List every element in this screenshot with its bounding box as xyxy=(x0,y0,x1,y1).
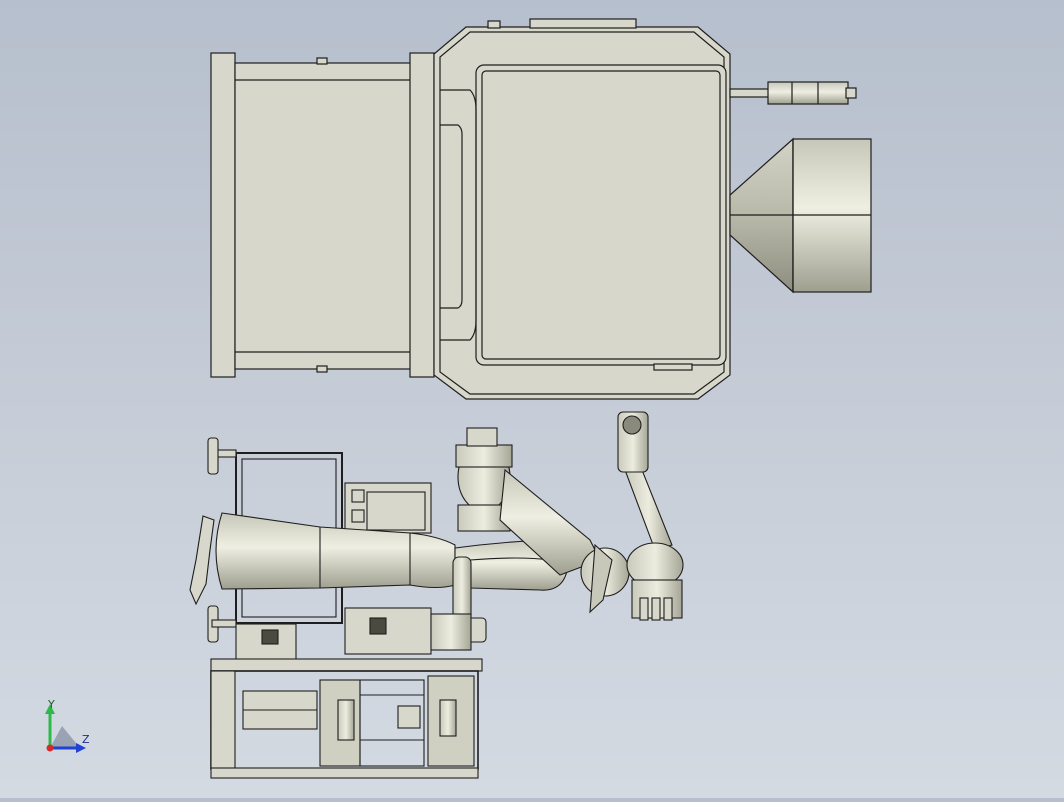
adjust-knob-top[interactable] xyxy=(207,437,219,475)
enclosure-assembly[interactable] xyxy=(210,18,872,400)
triad-plane-icon xyxy=(50,726,80,748)
top-bolt xyxy=(316,57,328,65)
coordinate-triad: Y Z xyxy=(40,698,100,760)
robot-arm-assembly[interactable] xyxy=(189,411,684,779)
y-axis-label: Y xyxy=(48,698,55,711)
cad-viewport[interactable]: Y Z xyxy=(0,0,1064,798)
servo-right[interactable] xyxy=(344,607,432,655)
side-pin[interactable] xyxy=(767,81,849,105)
bottom-bolt xyxy=(316,365,328,373)
model-canvas[interactable] xyxy=(0,0,1064,798)
top-knob xyxy=(487,20,501,29)
x-axis-dot-icon xyxy=(46,744,54,752)
base-plate[interactable] xyxy=(210,658,483,672)
drum-body[interactable] xyxy=(234,62,412,370)
second-arm[interactable] xyxy=(624,464,673,551)
top-handle[interactable] xyxy=(529,18,637,29)
middle-flange[interactable] xyxy=(409,52,435,378)
z-axis-label: Z xyxy=(82,733,90,746)
bottom-plate[interactable] xyxy=(210,767,479,779)
glove[interactable] xyxy=(189,515,215,606)
chamber-door[interactable] xyxy=(475,64,727,366)
left-flange[interactable] xyxy=(210,52,236,378)
side-pin-rod xyxy=(729,88,771,98)
